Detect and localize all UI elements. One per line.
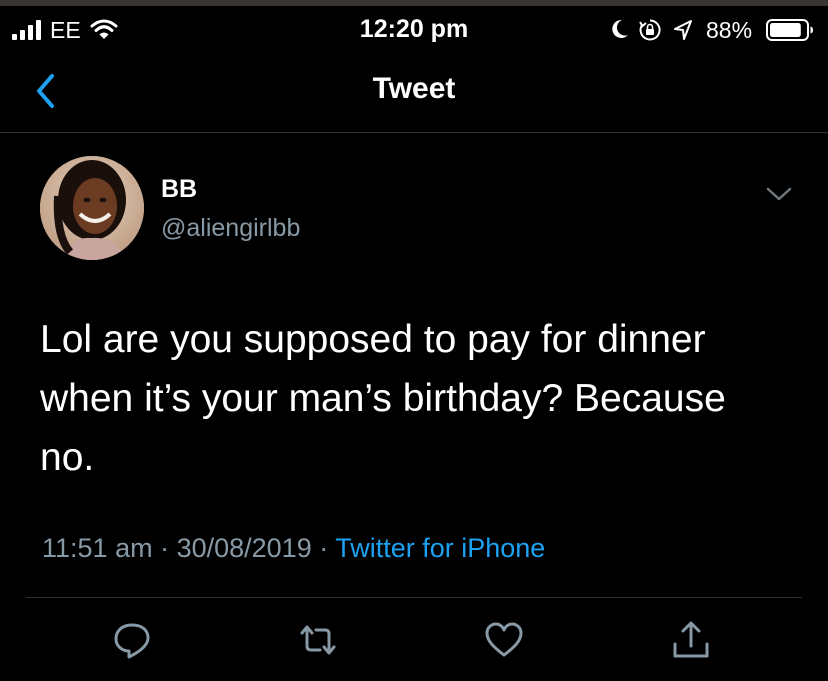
status-bar: EE 12:20 pm 88% <box>0 6 828 50</box>
like-icon[interactable] <box>484 620 524 660</box>
moon-icon <box>612 19 628 38</box>
avatar-photo-icon <box>40 156 144 260</box>
share-icon[interactable] <box>671 620 711 660</box>
author-name[interactable]: BB <box>161 175 197 204</box>
battery-percent: 88% <box>706 17 753 43</box>
navigation-bar: Tweet <box>0 50 828 133</box>
retweet-icon[interactable] <box>298 620 338 660</box>
location-arrow-icon <box>674 20 692 40</box>
avatar[interactable] <box>40 156 144 260</box>
reply-icon[interactable] <box>112 620 152 660</box>
battery-icon <box>766 19 813 41</box>
rotation-lock-icon <box>639 19 661 41</box>
page-title: Tweet <box>372 72 456 105</box>
tweet-time: 11:51 am <box>42 533 153 563</box>
meta-separator: · <box>311 533 336 563</box>
divider <box>26 597 802 598</box>
meta-separator: · <box>152 533 177 563</box>
tweet-text: Lol are you supposed to pay for dinner w… <box>40 318 726 479</box>
status-time: 12:20 pm <box>359 15 469 43</box>
chevron-down-icon[interactable] <box>764 183 794 205</box>
tweet-date: 30/08/2019 <box>176 533 312 563</box>
author-handle[interactable]: @aliengirlbb <box>161 214 300 243</box>
tweet-source-link[interactable]: Twitter for iPhone <box>335 533 545 563</box>
tweet-meta: 11:51 am · 30/08/2019 · Twitter for iPho… <box>42 533 545 564</box>
